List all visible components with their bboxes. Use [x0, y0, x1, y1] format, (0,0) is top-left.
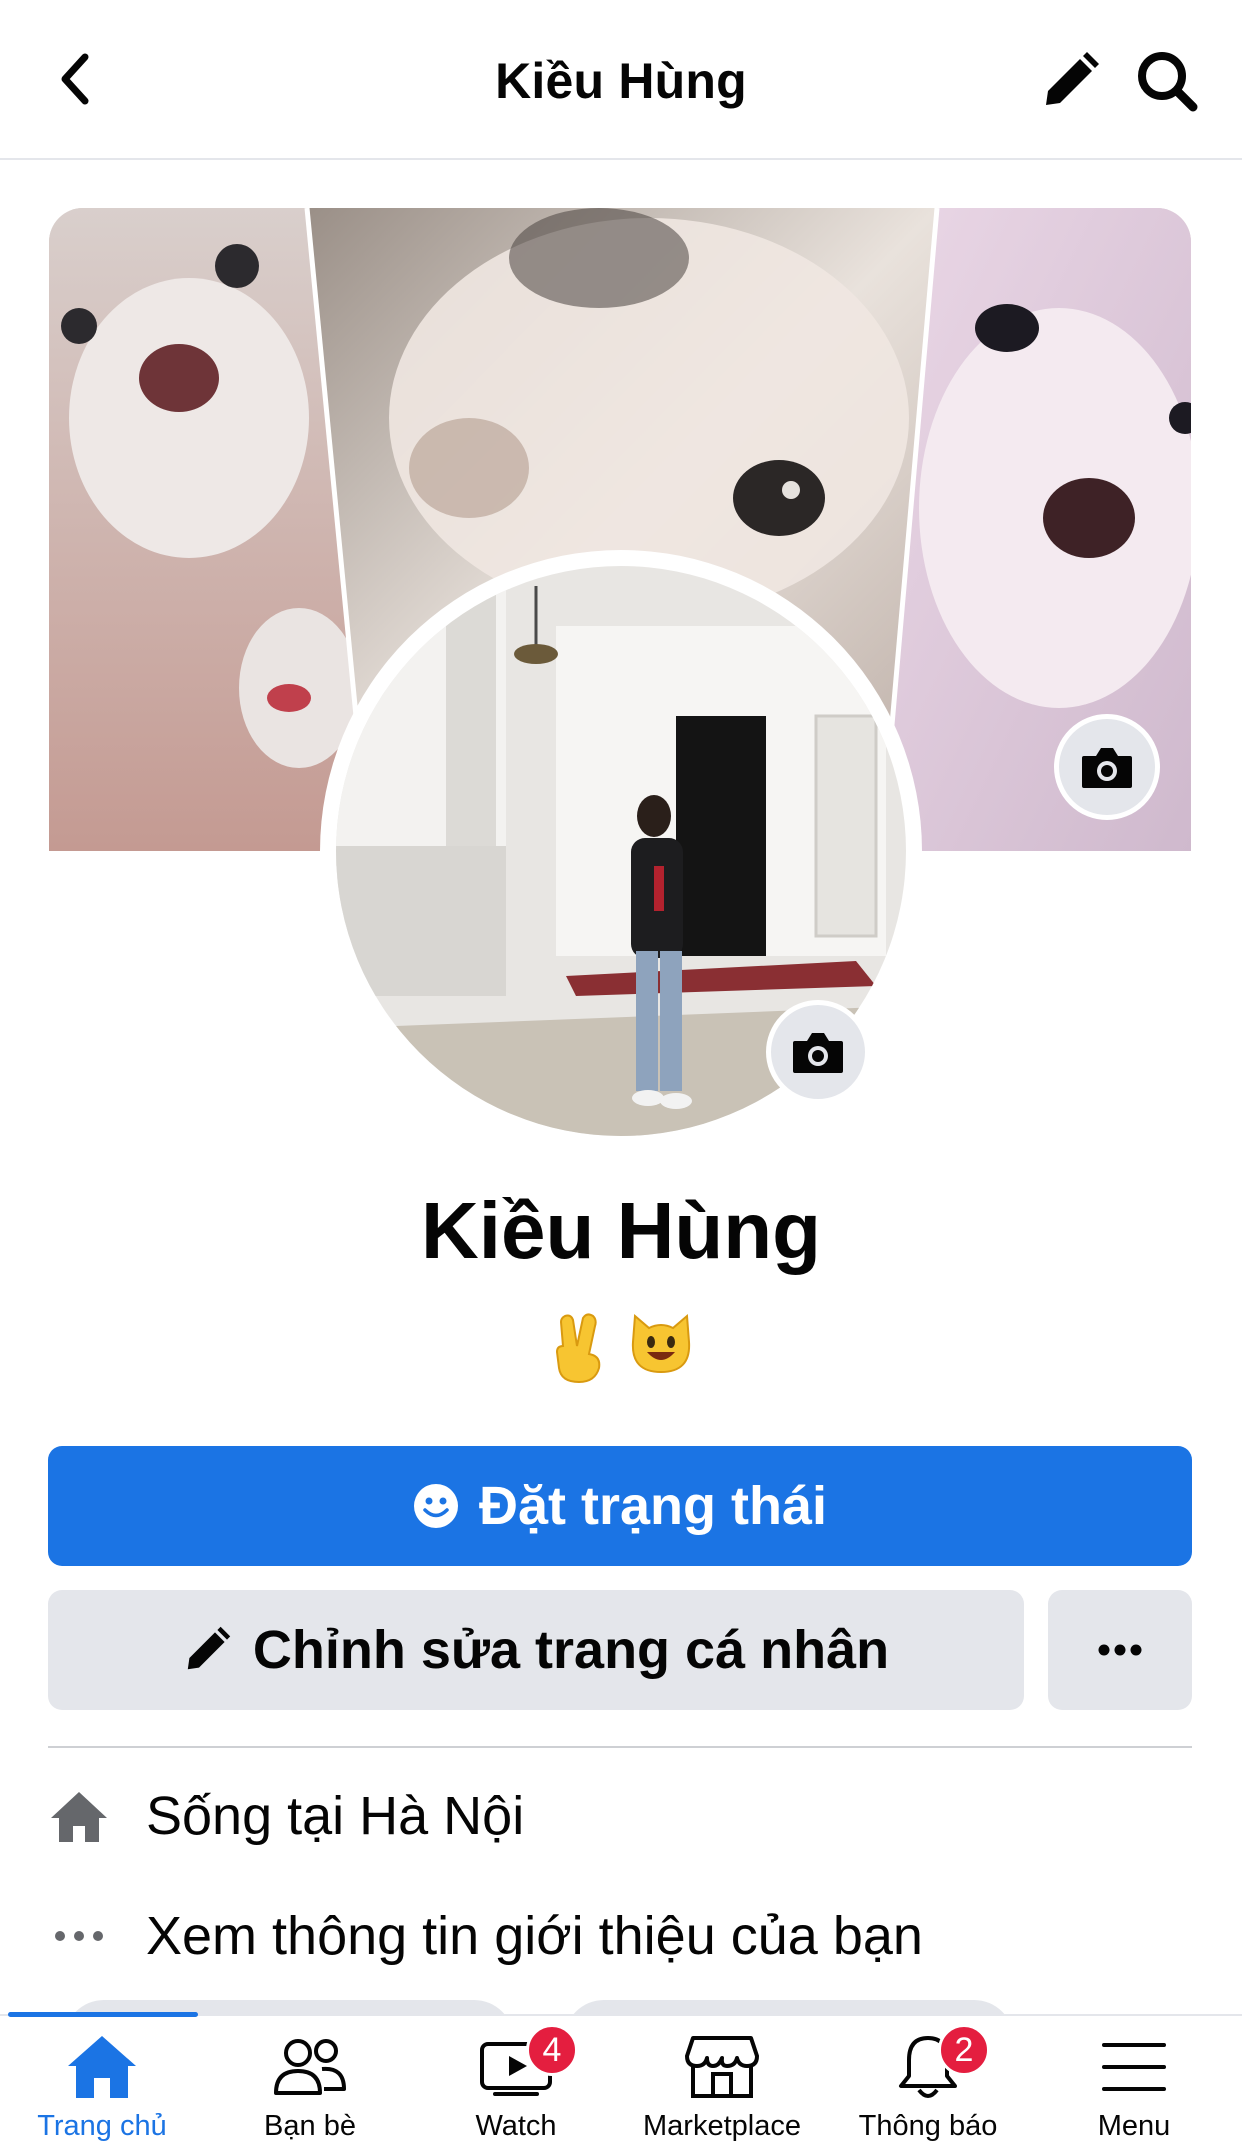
tab-marketplace[interactable]: Marketplace [622, 2030, 822, 2152]
search-button[interactable] [1130, 44, 1204, 118]
edit-avatar-button[interactable] [766, 1000, 870, 1104]
tab-label: Marketplace [643, 2110, 801, 2142]
set-status-button[interactable]: Đặt trạng thái [48, 1446, 1192, 1566]
active-tab-indicator [8, 2012, 198, 2017]
section-divider [48, 1746, 1192, 1748]
edit-button[interactable] [1035, 46, 1105, 116]
pencil-icon [1046, 52, 1099, 105]
tab-label: Menu [1097, 2110, 1171, 2142]
menu-icon [1102, 2043, 1166, 2091]
profile-bio-emoji [0, 1312, 1242, 1384]
tab-label: Watch [475, 2110, 557, 2142]
grinning-cat-emoji [631, 1313, 691, 1374]
victory-hand-emoji [555, 1313, 601, 1384]
camera-icon [1082, 748, 1132, 788]
ellipsis-icon [48, 1905, 110, 1967]
tab-label: Thông báo [858, 2110, 998, 2142]
home-icon [48, 1785, 110, 1847]
search-icon [1138, 52, 1198, 112]
smiley-icon [413, 1484, 458, 1528]
intro-item-see-about[interactable]: Xem thông tin giới thiệu của bạn [48, 1896, 923, 1976]
edit-cover-button[interactable] [1054, 714, 1160, 820]
intro-item-lives-in: Sống tại Hà Nội [48, 1776, 524, 1856]
tab-notifications[interactable]: 2 Thông báo [828, 2024, 1028, 2152]
top-bar: Kiều Hùng [0, 0, 1242, 160]
tab-home[interactable]: Trang chủ [2, 2030, 202, 2152]
home-icon [68, 2036, 136, 2098]
tab-friends[interactable]: Bạn bè [210, 2030, 410, 2152]
set-status-label: Đặt trạng thái [478, 1476, 828, 1536]
pencil-icon [187, 1626, 231, 1670]
notification-badge: 4 [526, 2024, 578, 2076]
edit-profile-button[interactable]: Chỉnh sửa trang cá nhân [48, 1590, 1024, 1710]
edit-profile-label: Chỉnh sửa trang cá nhân [252, 1620, 890, 1680]
camera-icon [793, 1033, 843, 1073]
tab-watch[interactable]: 4 Watch [416, 2024, 616, 2152]
profile-name: Kiều Hùng [421, 1186, 821, 1275]
notification-badge: 2 [938, 2024, 990, 2076]
intro-text: Xem thông tin giới thiệu của bạn [146, 1906, 923, 1966]
tab-menu[interactable]: Menu [1034, 2030, 1234, 2152]
friends-icon [274, 2039, 346, 2095]
tab-label: Trang chủ [37, 2110, 167, 2142]
more-options-button[interactable] [1048, 1590, 1192, 1710]
marketplace-icon [685, 2036, 759, 2098]
ellipsis-icon [1098, 1644, 1142, 1656]
intro-text: Sống tại Hà Nội [146, 1786, 525, 1846]
tab-label: Bạn bè [264, 2110, 356, 2142]
